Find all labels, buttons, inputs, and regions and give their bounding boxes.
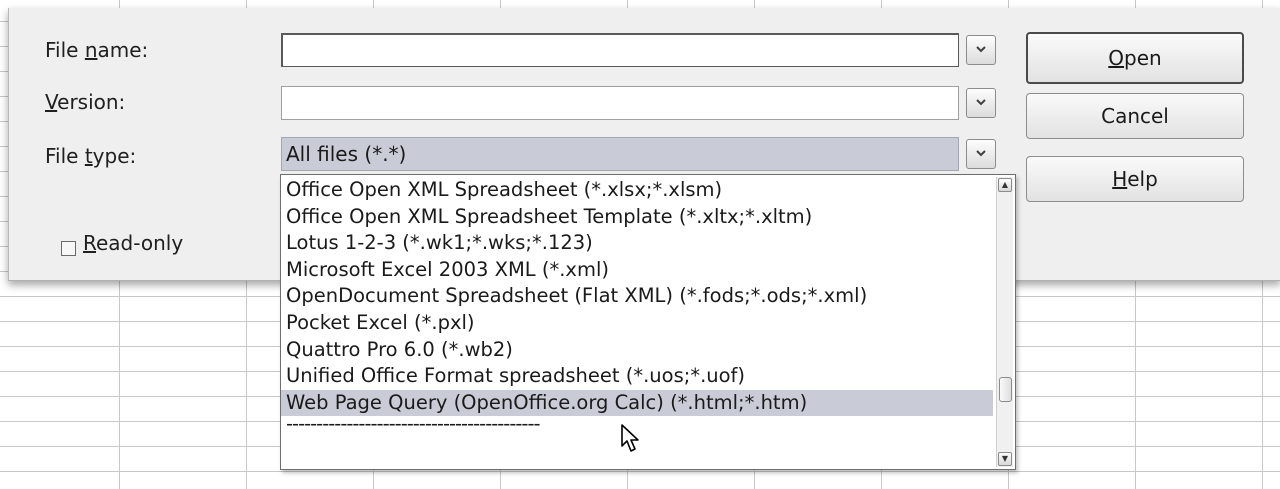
- file-type-option[interactable]: Microsoft Excel 2003 XML (*.xml): [281, 257, 993, 284]
- file-type-option[interactable]: OpenDocument Spreadsheet (Flat XML) (*.f…: [281, 283, 993, 310]
- file-type-label: File type:: [45, 144, 137, 168]
- file-type-option[interactable]: Pocket Excel (*.pxl): [281, 310, 993, 337]
- chevron-down-icon: [976, 99, 986, 106]
- read-only-label[interactable]: Read-only: [83, 231, 183, 255]
- file-type-options: Office Open XML Spreadsheet (*.xlsx;*.xl…: [281, 177, 993, 436]
- version-label: Version:: [45, 90, 126, 114]
- cancel-button[interactable]: Cancel: [1026, 93, 1244, 139]
- read-only-checkbox[interactable]: [61, 241, 76, 256]
- scroll-down-arrow-icon[interactable]: ▼: [998, 452, 1012, 466]
- file-type-dropdown-list[interactable]: Office Open XML Spreadsheet (*.xlsx;*.xl…: [280, 174, 1016, 470]
- file-name-dropdown-button[interactable]: [966, 35, 996, 65]
- scroll-up-arrow-icon[interactable]: ▲: [998, 178, 1012, 192]
- file-type-option[interactable]: Lotus 1-2-3 (*.wk1;*.wks;*.123): [281, 230, 993, 257]
- file-type-option-selected[interactable]: Web Page Query (OpenOffice.org Calc) (*.…: [281, 389, 993, 417]
- file-name-input[interactable]: [281, 33, 959, 67]
- file-type-option[interactable]: Quattro Pro 6.0 (*.wb2): [281, 337, 993, 364]
- chevron-down-icon: [976, 46, 986, 53]
- list-scrollbar[interactable]: ▲ ▼: [996, 177, 1013, 467]
- file-type-option[interactable]: Office Open XML Spreadsheet Template (*.…: [281, 204, 993, 231]
- file-name-label: File name:: [45, 38, 149, 62]
- file-type-select[interactable]: All files (*.*): [281, 137, 959, 171]
- version-select[interactable]: [281, 86, 959, 120]
- file-type-option[interactable]: Unified Office Format spreadsheet (*.uos…: [281, 363, 993, 390]
- version-dropdown-button[interactable]: [966, 88, 996, 118]
- scrollbar-thumb[interactable]: [999, 377, 1012, 402]
- chevron-down-icon: [976, 150, 986, 157]
- file-type-option[interactable]: Office Open XML Spreadsheet (*.xlsx;*.xl…: [281, 177, 993, 204]
- file-type-dropdown-button[interactable]: [966, 139, 996, 169]
- open-button[interactable]: Open: [1026, 32, 1244, 84]
- help-button[interactable]: Help: [1026, 156, 1244, 202]
- mouse-pointer-icon: [621, 424, 639, 452]
